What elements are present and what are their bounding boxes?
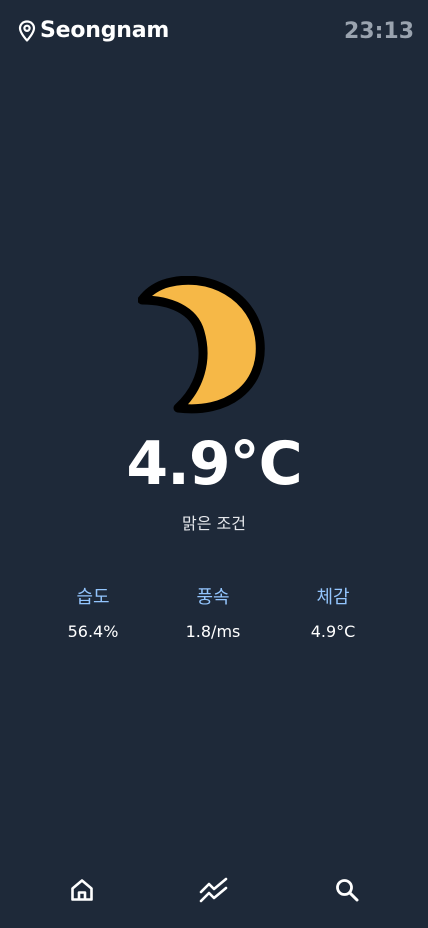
stat-wind-speed: 풍속 1.8/ms bbox=[153, 584, 273, 641]
stat-value: 4.9°C bbox=[310, 622, 356, 641]
weather-condition: 맑은 조건 bbox=[182, 514, 246, 533]
current-time: 23:13 bbox=[343, 19, 414, 44]
city-name: Seongnam bbox=[40, 18, 170, 43]
nav-trends-button[interactable] bbox=[196, 874, 232, 910]
weather-stats: 습도 56.4% 풍속 1.8/ms 체감 4.9°C bbox=[33, 584, 393, 641]
trending-icon bbox=[198, 877, 230, 907]
stat-feels-like: 체감 4.9°C bbox=[273, 584, 393, 641]
home-icon bbox=[69, 877, 95, 907]
stat-label: 풍속 bbox=[196, 587, 230, 608]
header: Seongnam 23:13 bbox=[0, 14, 428, 54]
stat-label: 습도 bbox=[76, 587, 110, 608]
stat-value: 56.4% bbox=[67, 622, 119, 641]
bottom-nav bbox=[0, 874, 428, 910]
nav-home-button[interactable] bbox=[64, 874, 100, 910]
location: Seongnam bbox=[18, 18, 169, 43]
stat-humidity: 습도 56.4% bbox=[33, 584, 153, 641]
stat-value: 1.8/ms bbox=[185, 622, 241, 641]
crescent-moon-icon bbox=[137, 275, 266, 416]
weather-app: Seongnam 23:13 4.9°C 맑은 조건 습도 56.4% 풍속 1… bbox=[0, 0, 428, 928]
search-icon bbox=[334, 877, 360, 907]
map-pin-icon bbox=[18, 19, 36, 42]
nav-search-button[interactable] bbox=[329, 874, 365, 910]
temperature: 4.9°C bbox=[126, 429, 302, 499]
stat-label: 체감 bbox=[316, 587, 350, 608]
